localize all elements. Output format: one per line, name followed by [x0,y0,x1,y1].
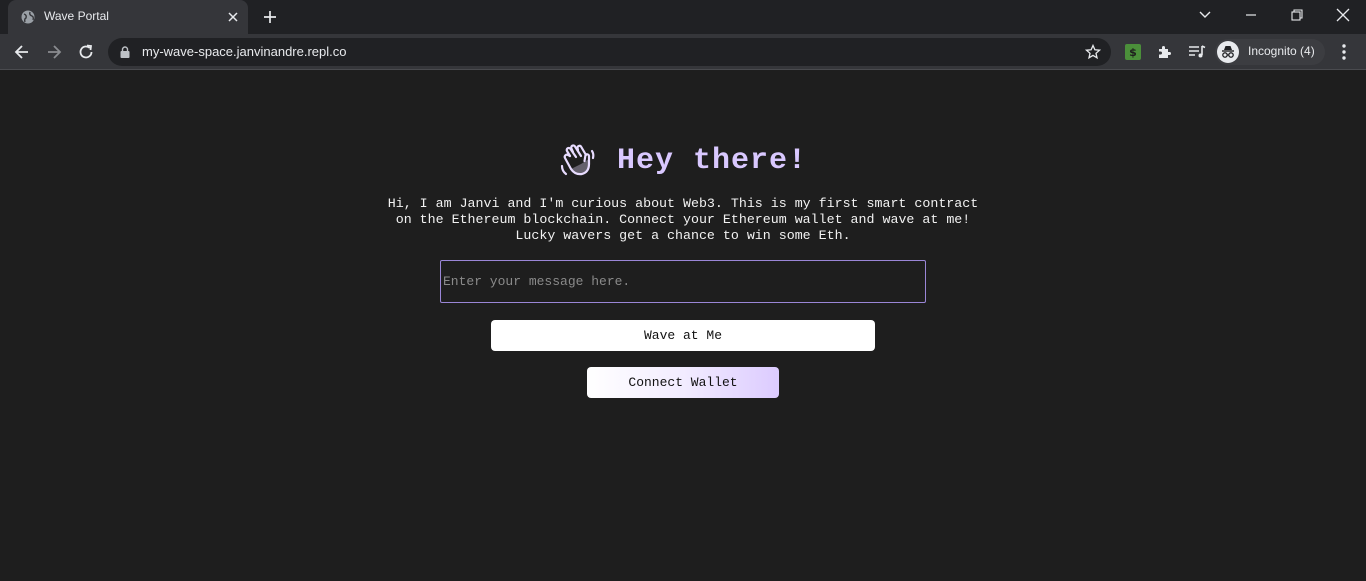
wave-button[interactable]: Wave at Me [491,320,875,351]
window-close-icon [1336,8,1350,22]
tab-title: Wave Portal [44,9,109,23]
restore-icon [1291,9,1303,21]
lock-icon [120,46,130,58]
media-control-button[interactable] [1187,42,1207,62]
connect-wallet-button[interactable]: Connect Wallet [587,367,779,398]
chevron-down-icon [1199,11,1211,18]
page-content: Hey there! Hi, I am Janvi and I'm curiou… [0,71,1366,581]
window-close-button[interactable] [1320,0,1366,30]
minimize-button[interactable] [1228,0,1274,30]
back-button[interactable] [12,42,32,62]
forward-button[interactable] [44,42,64,62]
incognito-label: Incognito (4) [1248,44,1315,58]
close-icon[interactable] [226,10,240,24]
dollar-extension-icon: $ [1125,44,1141,60]
address-bar[interactable]: my-wave-space.janvinandre.repl.co [108,38,1111,66]
waving-hand-icon [560,144,595,176]
intro-text: Hi, I am Janvi and I'm curious about Web… [387,196,979,243]
reload-icon [79,44,93,59]
page-header: Hey there! [0,139,1366,183]
new-tab-icon[interactable] [261,8,279,26]
dollar-extension-button[interactable]: $ [1123,42,1143,62]
browser-toolbar: my-wave-space.janvinandre.repl.co $ Inco… [0,34,1366,70]
forward-icon [48,45,62,59]
restore-button[interactable] [1274,0,1320,30]
more-menu-icon[interactable] [1336,42,1352,62]
reload-button[interactable] [76,42,96,62]
message-input[interactable] [440,260,926,303]
extensions-button[interactable] [1155,42,1175,62]
incognito-profile-button[interactable]: Incognito (4) [1215,39,1325,65]
media-queue-icon [1189,45,1206,58]
browser-tab[interactable]: Wave Portal [8,0,248,34]
page-title: Hey there! [616,144,808,178]
back-icon [14,45,28,59]
puzzle-icon [1159,46,1171,58]
star-icon[interactable] [1085,44,1101,60]
incognito-icon [1217,41,1239,63]
tab-search-button[interactable] [1182,0,1228,30]
url-text: my-wave-space.janvinandre.repl.co [142,44,347,59]
globe-icon [21,10,35,24]
tab-strip: Wave Portal [0,0,1366,34]
minimize-icon [1246,14,1256,16]
